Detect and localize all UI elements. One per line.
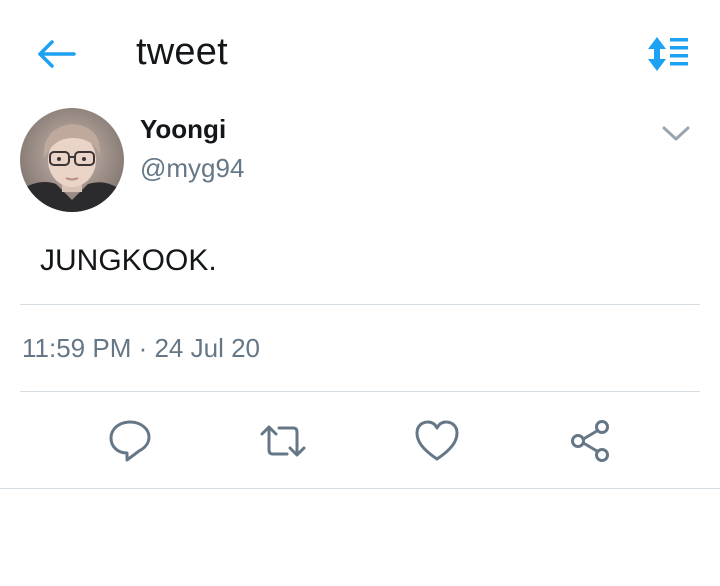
- back-button[interactable]: [32, 34, 80, 74]
- divider: [0, 488, 720, 489]
- profile-photo: [20, 108, 124, 212]
- tweet-detail-screen: tweet Yoongi @myg94 JUNGKOOK. 11:59 PM ·…: [0, 0, 720, 586]
- heart-icon: [415, 420, 459, 461]
- user-handle[interactable]: @myg94: [140, 153, 244, 184]
- page-title: tweet: [136, 31, 228, 73]
- share-icon: [571, 420, 609, 462]
- like-button[interactable]: [412, 416, 462, 466]
- reply-bubble-icon: [109, 420, 151, 462]
- sort-button[interactable]: [644, 34, 694, 74]
- divider: [20, 304, 700, 305]
- display-name[interactable]: Yoongi: [140, 114, 226, 145]
- sort-order-icon: [648, 37, 688, 71]
- reply-button[interactable]: [105, 416, 155, 466]
- divider: [20, 391, 700, 392]
- retweet-icon: [260, 425, 306, 457]
- chevron-down-icon: [662, 126, 690, 141]
- header-bar: tweet: [0, 0, 720, 100]
- avatar[interactable]: [20, 108, 124, 212]
- tweet-text: JUNGKOOK.: [40, 244, 217, 277]
- more-options-button[interactable]: [658, 118, 694, 148]
- arrow-left-icon: [38, 40, 76, 68]
- tweet-timestamp[interactable]: 11:59 PM · 24 Jul 20: [22, 333, 260, 364]
- retweet-button[interactable]: [258, 416, 308, 466]
- share-button[interactable]: [566, 416, 616, 466]
